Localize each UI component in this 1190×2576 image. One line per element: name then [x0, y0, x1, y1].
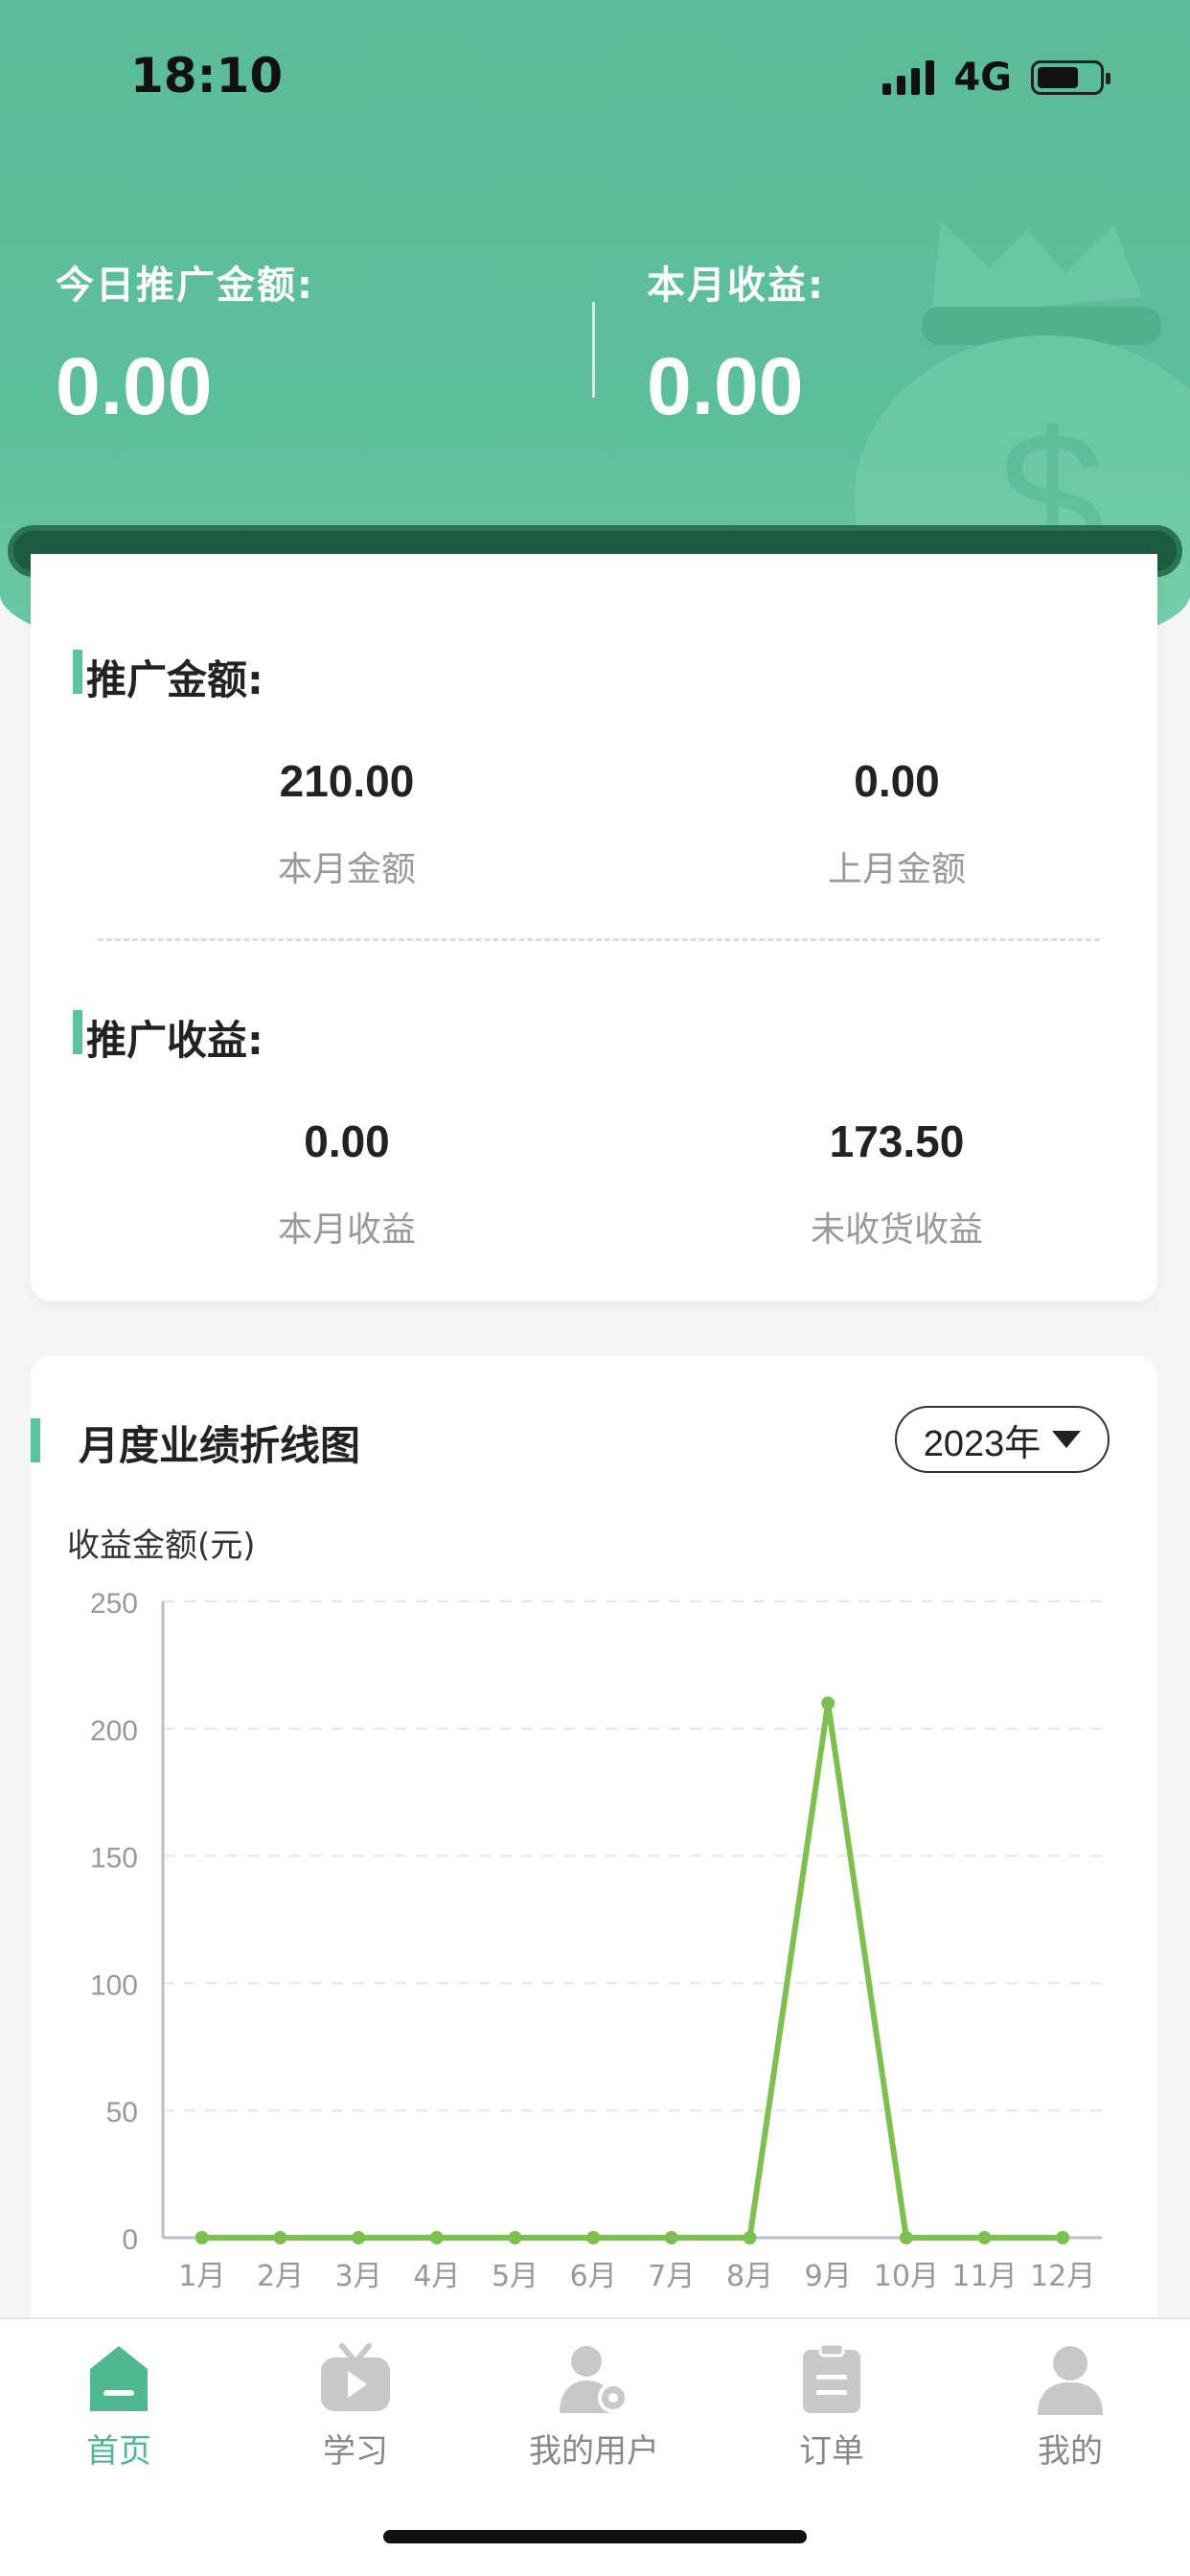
data-point	[899, 2231, 913, 2244]
divider	[592, 302, 595, 398]
tab-orders-label: 订单	[799, 2432, 864, 2471]
unreceived-income-value: 173.50	[829, 1116, 965, 1166]
data-point	[195, 2231, 209, 2244]
tab-me-label: 我的	[1038, 2432, 1103, 2471]
promo-summary-card: 推广金额: 210.00 本月金额 0.00 上月金额 推广收益: 0.00 本…	[31, 554, 1157, 1301]
promo-income-title: 推广收益:	[86, 1017, 263, 1064]
promo-amount-title: 推广金额:	[86, 656, 263, 703]
today-promo-label: 今日推广金额:	[56, 264, 314, 308]
data-point	[352, 2231, 366, 2244]
month-income-label: 本月收益:	[647, 264, 825, 308]
x-tick-label: 7月	[648, 2260, 695, 2293]
user-settings-icon	[556, 2340, 632, 2417]
battery-icon	[1031, 60, 1110, 95]
series-line	[201, 1700, 1064, 2241]
x-tick-label: 1月	[178, 2260, 225, 2293]
tab-my-users[interactable]: 我的用户	[498, 2340, 690, 2472]
y-tick-label: 150	[90, 1843, 138, 1874]
x-tick-label: 3月	[335, 2260, 382, 2293]
x-tick-label: 2月	[257, 2260, 304, 2293]
tab-home-label: 首页	[86, 2432, 151, 2471]
network-type: 4G	[953, 56, 1012, 100]
line-chart: 0 50 100 150 200 250 1月 2月 3月 4月 5月 6月 7月 8月 9月 10月 11月 1…	[90, 1588, 1102, 2293]
this-month-amount: 210.00 本月金额	[155, 755, 538, 891]
month-income-stat: 本月收益: 0.00	[647, 254, 825, 433]
unreceived-income: 173.50 未收货收益	[705, 1116, 1088, 1252]
this-month-amount-label: 本月金额	[277, 850, 416, 889]
tv-play-icon	[317, 2340, 394, 2417]
y-tick-label: 100	[90, 1969, 138, 2001]
y-tick-label: 0	[122, 2224, 138, 2256]
profile-icon	[1032, 2340, 1109, 2417]
tab-study-label: 学习	[323, 2432, 388, 2471]
today-promo-stat: 今日推广金额: 0.00	[56, 254, 314, 433]
x-tick-label: 6月	[570, 2260, 617, 2293]
unreceived-income-label: 未收货收益	[810, 1210, 983, 1250]
tab-orders[interactable]: 订单	[736, 2340, 927, 2472]
data-point	[586, 2231, 601, 2244]
x-tick-label: 5月	[492, 2260, 538, 2293]
data-point	[508, 2231, 522, 2244]
clipboard-icon	[793, 2340, 870, 2417]
status-time: 18:10	[130, 48, 284, 104]
tab-home[interactable]: 首页	[23, 2340, 215, 2472]
data-point	[821, 1696, 835, 1711]
this-month-income-label: 本月收益	[277, 1210, 416, 1250]
data-point	[977, 2231, 992, 2244]
x-tick-label: 9月	[805, 2260, 852, 2293]
monthly-chart-card: 月度业绩折线图 2023年 收益金额(元) 0 50 100 150 200 250 1月 2…	[31, 1356, 1157, 2324]
x-tick-label: 11月	[951, 2260, 1017, 2293]
home-icon	[80, 2340, 157, 2417]
x-tick-label: 12月	[1030, 2260, 1095, 2293]
last-month-amount-label: 上月金额	[827, 850, 966, 889]
status-indicators: 4G	[882, 56, 1110, 100]
data-point	[429, 2231, 444, 2244]
last-month-amount-value: 0.00	[854, 756, 940, 806]
section-marker	[73, 650, 82, 694]
data-point	[743, 2231, 757, 2244]
x-tick-label: 10月	[874, 2260, 939, 2293]
data-point	[1056, 2231, 1070, 2244]
today-promo-value: 0.00	[56, 341, 213, 431]
data-point	[664, 2231, 678, 2244]
last-month-amount: 0.00 上月金额	[705, 755, 1088, 891]
this-month-income-value: 0.00	[304, 1116, 390, 1166]
signal-icon	[882, 60, 935, 95]
home-indicator	[383, 2530, 807, 2543]
dashed-divider	[98, 938, 1100, 941]
tab-me[interactable]: 我的	[974, 2340, 1166, 2472]
this-month-amount-value: 210.00	[279, 756, 415, 806]
tab-study[interactable]: 学习	[260, 2340, 451, 2472]
month-income-value: 0.00	[647, 341, 804, 431]
tab-my-users-label: 我的用户	[529, 2432, 659, 2471]
data-point	[273, 2231, 287, 2244]
section-marker	[73, 1010, 82, 1054]
x-tick-label: 4月	[413, 2260, 460, 2293]
y-tick-label: 200	[90, 1715, 138, 1747]
this-month-income: 0.00 本月收益	[155, 1116, 538, 1252]
x-tick-label: 8月	[726, 2260, 773, 2293]
y-tick-label: 50	[106, 2097, 138, 2128]
y-tick-label: 250	[90, 1588, 138, 1620]
